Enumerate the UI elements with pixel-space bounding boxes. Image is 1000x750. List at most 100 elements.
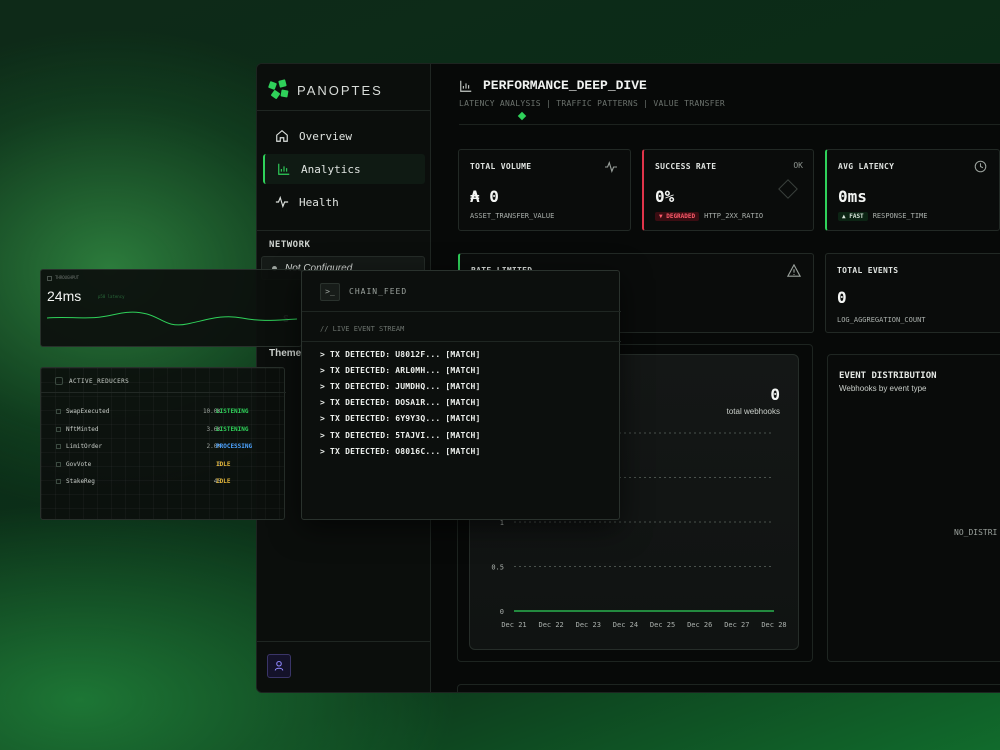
page-title: PERFORMANCE_DEEP_DIVE — [483, 78, 647, 93]
x-tick-label: Dec 27 — [724, 621, 749, 629]
y-tick-label: 0.5 — [491, 564, 504, 572]
logo-icon — [268, 79, 289, 100]
reducer-name: StakeReg — [66, 478, 95, 485]
diamond-icon — [778, 179, 798, 199]
reducer-name: NftMinted — [66, 425, 99, 433]
divider — [459, 124, 1000, 125]
page-subtitle: LATENCY ANALYSIS | TRAFFIC PATTERNS | VA… — [459, 99, 726, 108]
feed-line: > TX DETECTED: ARL0MH... [MATCH] — [320, 366, 481, 375]
status-text: OK — [793, 161, 803, 170]
status-badge: ▼ DEGRADED — [655, 212, 700, 221]
sidebar-item-label: Overview — [299, 129, 352, 143]
y-tick-label: 0 — [500, 608, 504, 616]
feed-line: > TX DETECTED: 6Y9Y3Q... [MATCH] — [320, 414, 481, 423]
stream-label: // LIVE EVENT STREAM — [320, 325, 405, 333]
feed-line: > TX DETECTED: O8016C... [MATCH] — [320, 447, 481, 456]
x-tick-label: Dec 22 — [538, 621, 563, 629]
x-tick-label: Dec 28 — [761, 621, 786, 629]
event-distribution-card: EVENT DISTRIBUTION Webhooks by event typ… — [827, 354, 1000, 662]
reducer-name: GovVote — [66, 460, 92, 468]
reducer-icon — [56, 426, 61, 432]
reducer-row[interactable]: NftMinted 3.6K LISTENING — [56, 425, 249, 433]
sidebar-item-label: Health — [299, 195, 339, 209]
card-sub-text: HTTP_2XX_RATIO — [704, 212, 764, 220]
reducer-status: IDLE — [216, 478, 231, 485]
feed-title: CHAIN_FEED — [349, 287, 408, 296]
reducer-icon — [56, 409, 61, 414]
distribution-subtitle: Webhooks by event type — [839, 384, 927, 393]
card-value: 0% — [655, 187, 675, 206]
reducer-icon — [56, 479, 61, 484]
avatar[interactable] — [267, 654, 291, 678]
status-badge: ▲ FAST — [838, 212, 868, 221]
terminal-icon: >_ — [320, 283, 340, 301]
card-value: 0 — [837, 288, 847, 307]
panel-icon — [47, 276, 52, 281]
pulse-icon — [275, 195, 289, 209]
x-tick-label: Dec 25 — [650, 621, 675, 629]
reducer-status: IDLE — [216, 460, 231, 468]
card-label: SUCCESS RATE — [655, 162, 717, 171]
network-title: NETWORK — [269, 240, 311, 250]
sidebar-item-analytics[interactable]: Analytics — [263, 154, 425, 184]
user-icon — [274, 660, 284, 671]
latency-value: 24ms — [47, 288, 82, 304]
divider — [302, 311, 621, 312]
divider — [257, 230, 431, 231]
reducer-status: LISTENING — [216, 425, 249, 433]
feed-line: > TX DETECTED: U8012F... [MATCH] — [320, 350, 481, 359]
bar-chart-icon — [278, 163, 290, 175]
brand[interactable]: PANOPTES — [268, 79, 383, 100]
header-indicator — [517, 111, 527, 121]
reducer-row[interactable]: GovVote 0 IDLE — [56, 461, 241, 468]
card-sub: LOG_AGGREGATION_COUNT — [837, 316, 926, 324]
card-value: ₳ 0 — [470, 187, 499, 206]
feed-line: > TX DETECTED: 5TAJVI... [MATCH] — [320, 431, 481, 440]
distribution-title: EVENT DISTRIBUTION — [839, 371, 937, 381]
home-icon — [276, 130, 288, 142]
x-tick-label: Dec 24 — [613, 621, 638, 629]
reducer-icon — [56, 444, 61, 449]
card-label: TOTAL VOLUME — [470, 162, 532, 171]
theme-label: Theme — [269, 348, 302, 359]
feed-line: > TX DETECTED: JUMDHQ... [MATCH] — [320, 382, 481, 391]
active-reducers-panel: ACTIVE_REDUCERS SwapExecuted 10.0K LISTENI… — [40, 367, 286, 520]
sidebar-item-overview[interactable]: Overview — [263, 121, 425, 151]
latency-sparkline-panel: THROUGHPUT 24ms p50 latency — [40, 269, 302, 347]
warning-icon — [787, 264, 801, 277]
card-label: AVG LATENCY — [838, 162, 895, 171]
clock-icon — [974, 160, 987, 173]
y-tick-label: 1 — [500, 519, 504, 527]
divider — [41, 392, 286, 393]
avg-latency-card[interactable]: AVG LATENCY 0ms ▲ FAST RESPONSE_TIME — [825, 149, 1000, 231]
card-sub-text: RESPONSE_TIME — [872, 212, 928, 220]
divider — [257, 110, 431, 111]
reducer-row[interactable]: LimitOrder 2.0K PROCESSING — [56, 443, 252, 450]
divider — [302, 341, 621, 342]
sparkline — [47, 311, 297, 326]
sidebar-item-label: Analytics — [301, 162, 361, 176]
card-sub: ▲ FAST RESPONSE_TIME — [838, 212, 927, 221]
reducer-status: LISTENING — [216, 408, 249, 415]
x-tick-label: Dec 23 — [576, 621, 601, 629]
reducer-row[interactable]: StakeReg 45 IDLE — [56, 478, 241, 485]
reducer-icon — [56, 461, 61, 467]
feed-line: > TX DETECTED: DOSA1R... [MATCH] — [320, 398, 481, 407]
card-sub: ▼ DEGRADED HTTP_2XX_RATIO — [655, 212, 763, 221]
total-volume-card[interactable]: TOTAL VOLUME ₳ 0 ASSET_TRANSFER_VALUE — [458, 149, 631, 231]
x-tick-label: Dec 26 — [687, 621, 712, 629]
chain-feed-panel: >_ CHAIN_FEED // LIVE EVENT STREAM > TX … — [301, 270, 621, 520]
panel-label: THROUGHPUT — [55, 275, 80, 280]
sidebar-item-health[interactable]: Health — [263, 187, 425, 217]
reducer-name: LimitOrder — [66, 443, 103, 450]
panel-icon — [55, 377, 63, 385]
reducer-row[interactable]: SwapExecuted 10.0K LISTENING — [56, 408, 249, 415]
success-rate-card[interactable]: SUCCESS RATE OK 0% ▼ DEGRADED HTTP_2XX_RA… — [642, 149, 814, 231]
bottom-panel — [457, 684, 1000, 692]
card-sub: ASSET_TRANSFER_VALUE — [470, 212, 555, 220]
distribution-empty-text: NO_DISTRI — [954, 528, 998, 537]
card-value: 0ms — [838, 187, 867, 206]
x-tick-label: Dec 21 — [501, 621, 526, 629]
total-events-card[interactable]: TOTAL EVENTS 0 LOG_AGGREGATION_COUNT — [825, 253, 1000, 333]
reducer-name: SwapExecuted — [66, 408, 110, 415]
